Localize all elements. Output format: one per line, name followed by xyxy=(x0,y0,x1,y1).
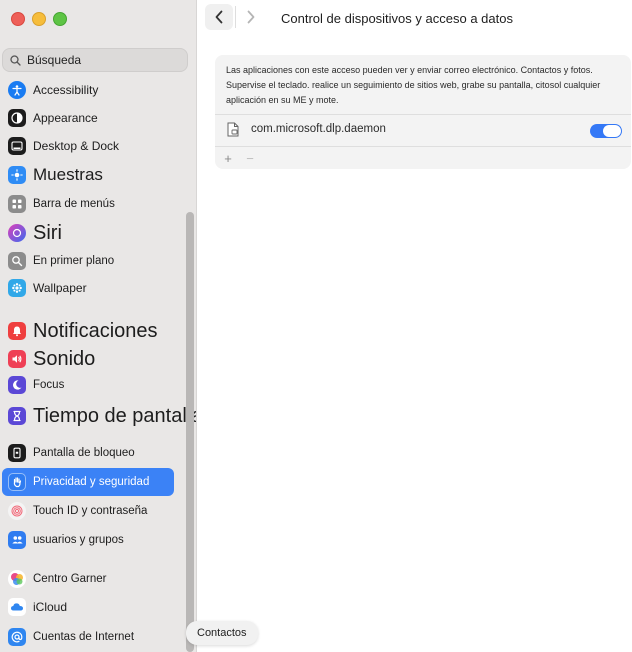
sidebar-item-label: Accessibility xyxy=(33,83,99,97)
sidebar-item-spotlight[interactable]: En primer plano xyxy=(2,247,174,275)
close-window-button[interactable] xyxy=(11,12,25,26)
sidebar-item-siri[interactable]: Siri xyxy=(2,219,174,247)
sidebar-item-icloud[interactable]: iCloud xyxy=(2,593,174,621)
sidebar-item-screen-time[interactable]: Tiempo de pantalla xyxy=(2,402,196,430)
search-icon xyxy=(10,54,21,66)
toggle-knob xyxy=(603,125,621,137)
sidebar-item-label: Notificaciones xyxy=(33,319,158,342)
sidebar-item-label: Tiempo de pantalla xyxy=(33,404,197,427)
remove-button[interactable]: − xyxy=(244,151,256,166)
sidebar-item-label: Wallpaper xyxy=(33,281,87,295)
chevron-right-icon xyxy=(247,10,255,24)
app-row[interactable]: com.microsoft.dlp.daemon xyxy=(215,115,631,145)
contacts-tooltip: Contactos xyxy=(186,621,258,645)
minimize-window-button[interactable] xyxy=(32,12,46,26)
zoom-window-button[interactable] xyxy=(53,12,67,26)
sidebar-item-label: Privacidad y seguridad xyxy=(33,476,150,488)
menu-bar-icon xyxy=(8,195,26,213)
sidebar-item-label: iCloud xyxy=(33,600,68,614)
sidebar-item-users-groups[interactable]: usuarios y grupos xyxy=(2,526,174,554)
sidebar-item-label: Sonido xyxy=(33,347,96,370)
wallpaper-icon xyxy=(8,279,26,297)
sidebar-item-sound[interactable]: Sonido xyxy=(2,345,174,373)
sidebar-item-label: Appearance xyxy=(33,111,98,125)
page-title: Control de dispositivos y acceso a datos xyxy=(281,11,513,26)
focus-icon xyxy=(8,376,26,394)
sidebar-item-touch-id[interactable]: Touch ID y contraseña xyxy=(2,497,174,525)
chevron-left-icon xyxy=(215,10,223,24)
dock-icon xyxy=(8,137,26,155)
sidebar-item-accessibility[interactable]: Accessibility xyxy=(2,76,174,104)
toolbar: Control de dispositivos y acceso a datos xyxy=(197,0,632,38)
sidebar-item-label: Pantalla de bloqueo xyxy=(33,447,135,459)
appearance-icon xyxy=(8,109,26,127)
forward-button[interactable] xyxy=(237,4,265,30)
sidebar-item-label: Barra de menús xyxy=(33,198,115,210)
sidebar-item-internet-accounts[interactable]: Cuentas de Internet xyxy=(2,623,174,651)
accessibility-icon xyxy=(8,81,26,99)
sidebar-item-wallpaper[interactable]: Wallpaper xyxy=(2,274,174,302)
users-icon xyxy=(8,531,26,549)
notifications-icon xyxy=(8,322,26,340)
game-center-icon xyxy=(8,570,26,588)
sidebar-item-desktop-dock[interactable]: Desktop & Dock xyxy=(2,132,174,160)
back-button[interactable] xyxy=(205,4,233,30)
add-remove-controls: + − xyxy=(222,151,256,166)
displays-icon xyxy=(8,166,26,184)
app-access-toggle[interactable] xyxy=(590,124,622,138)
touch-id-icon xyxy=(8,502,26,520)
panel-description: Las aplicaciones con este acceso pueden … xyxy=(226,65,601,105)
sound-icon xyxy=(8,350,26,368)
sidebar-item-appearance[interactable]: Appearance xyxy=(2,104,174,132)
sidebar-item-displays[interactable]: Muestras xyxy=(2,161,174,189)
sidebar-scrollbar[interactable] xyxy=(185,82,194,652)
window-controls xyxy=(11,12,67,26)
sidebar: Búsqueda Accessibility Appearance Deskto… xyxy=(0,0,197,652)
sidebar-scroll-thumb[interactable] xyxy=(186,212,194,652)
sidebar-item-label: usuarios y grupos xyxy=(33,534,124,546)
search-placeholder: Búsqueda xyxy=(27,53,82,67)
sidebar-item-label: Muestras xyxy=(33,165,103,184)
sidebar-item-focus[interactable]: Focus xyxy=(2,371,174,399)
sidebar-item-label: Focus xyxy=(33,379,65,391)
spotlight-icon xyxy=(8,252,26,270)
sidebar-item-label: Siri xyxy=(33,221,62,244)
sidebar-item-label: Cuentas de Internet xyxy=(33,631,135,643)
sidebar-item-notifications[interactable]: Notificaciones xyxy=(2,317,174,345)
sidebar-item-lock-screen[interactable]: Pantalla de bloqueo xyxy=(2,439,174,467)
sidebar-item-game-center[interactable]: Centro Garner xyxy=(2,565,174,593)
icloud-icon xyxy=(8,598,26,616)
nav-divider xyxy=(235,6,236,28)
lock-screen-icon xyxy=(8,444,26,462)
app-name: com.microsoft.dlp.daemon xyxy=(251,123,386,135)
access-panel: Las aplicaciones con este acceso pueden … xyxy=(215,55,631,169)
privacy-hand-icon xyxy=(8,473,26,491)
search-field[interactable]: Búsqueda xyxy=(2,48,188,72)
sidebar-item-menu-bar[interactable]: Barra de menús xyxy=(2,190,174,218)
document-app-icon xyxy=(226,122,240,137)
screen-time-icon xyxy=(8,407,26,425)
panel-divider-bottom xyxy=(215,146,631,147)
sidebar-item-label: Touch ID y contraseña xyxy=(33,505,148,517)
sidebar-item-privacy-security[interactable]: Privacidad y seguridad xyxy=(2,468,174,496)
add-button[interactable]: + xyxy=(222,151,234,166)
siri-icon xyxy=(8,224,26,242)
sidebar-item-label: Desktop & Dock xyxy=(33,139,120,153)
sidebar-item-label: En primer plano xyxy=(33,255,115,267)
internet-accounts-icon xyxy=(8,628,26,646)
sidebar-item-label: Centro Garner xyxy=(33,573,107,585)
